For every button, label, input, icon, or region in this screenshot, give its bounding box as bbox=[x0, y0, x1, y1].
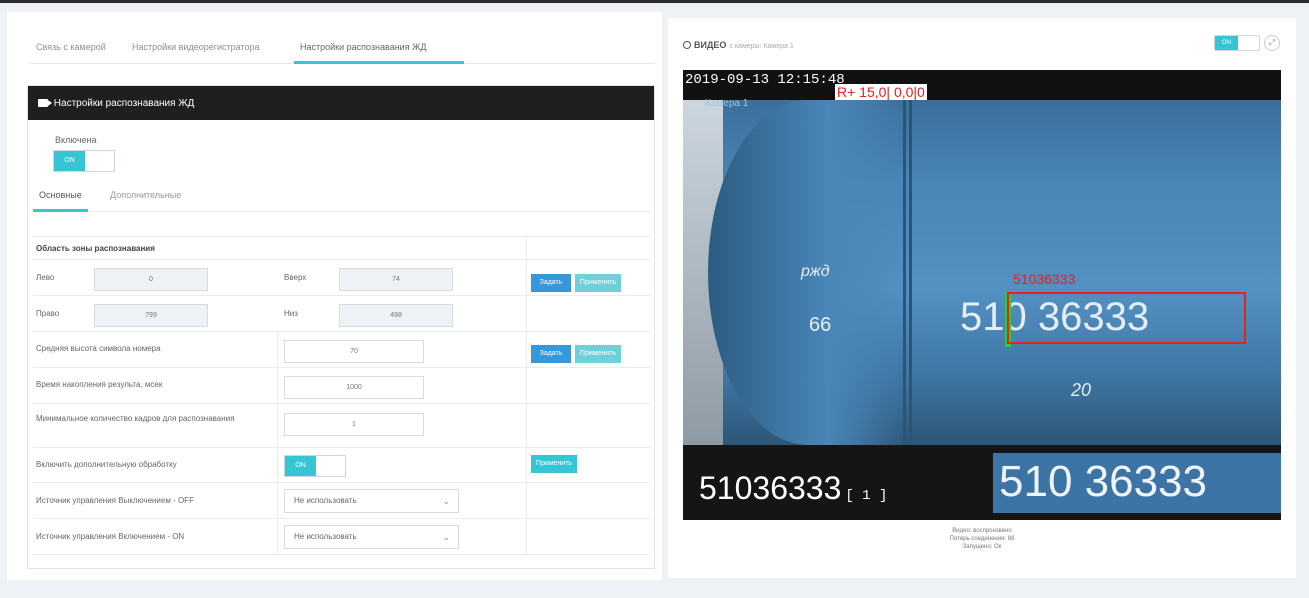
height-set-button[interactable]: Задать bbox=[531, 345, 571, 363]
up-input[interactable]: 74 bbox=[339, 268, 453, 291]
video-timestamp: 2019-09-13 12:15:48 bbox=[685, 72, 845, 88]
video-title: ВИДЕО с камеры: Камера 1 bbox=[683, 40, 794, 50]
on-source-label: Источник управления Включением - ON bbox=[36, 532, 185, 541]
subtab-additional[interactable]: Дополнительные bbox=[110, 190, 181, 212]
recognition-card: Настройки распознавания ЖД Включена ON О… bbox=[27, 85, 655, 569]
down-input[interactable]: 498 bbox=[339, 304, 453, 327]
tab-recorder-settings[interactable]: Настройки видеорегистратора bbox=[132, 42, 260, 64]
right-input[interactable]: 799 bbox=[94, 304, 208, 327]
wagon-logo: ржд bbox=[801, 263, 830, 280]
extra-processing-toggle[interactable]: ON bbox=[284, 455, 346, 477]
left-input[interactable]: 0 bbox=[94, 268, 208, 291]
result-number: 51036333 bbox=[699, 470, 842, 506]
extra-processing-label: Включить дополнительную обработку bbox=[36, 460, 177, 469]
chevron-down-icon: ⌄ bbox=[442, 532, 450, 542]
min-frames-label: Минимальное количество кадров для распоз… bbox=[36, 414, 235, 423]
height-apply-button[interactable]: Применить bbox=[575, 345, 621, 363]
video-toggle[interactable]: ON bbox=[1214, 35, 1260, 51]
extra-processing-toggle-on: ON bbox=[285, 456, 316, 476]
zone-set-button[interactable]: Задать bbox=[531, 274, 571, 292]
min-frames-input[interactable]: 1 bbox=[284, 413, 424, 436]
subtab-main[interactable]: Основные bbox=[33, 190, 88, 212]
tab-camera-link[interactable]: Связь с камерой bbox=[36, 42, 106, 64]
detected-number: 51036333 bbox=[1013, 271, 1076, 287]
card-header: Настройки распознавания ЖД bbox=[28, 86, 654, 120]
accum-time-input[interactable]: 1000 bbox=[284, 376, 424, 399]
video-camera-icon bbox=[38, 99, 52, 107]
accum-time-label: Время накопления результа, мсек bbox=[36, 380, 163, 389]
off-source-value: Не использовать bbox=[294, 496, 357, 505]
left-label: Лево bbox=[36, 273, 55, 282]
sub-tabs: Основные Дополнительные bbox=[33, 190, 651, 212]
extra-apply-button[interactable]: Применить bbox=[531, 455, 577, 473]
main-tabs: Связь с камерой Настройки видеорегистрат… bbox=[30, 28, 655, 64]
tab-railway-recognition[interactable]: Настройки распознавания ЖД bbox=[294, 42, 464, 64]
video-frame[interactable]: 2019-09-13 12:15:48 R+ 15,0| 0,0|0 Камер… bbox=[683, 70, 1281, 520]
expand-icon[interactable]: ⤢ bbox=[1264, 35, 1280, 51]
zone-apply-button[interactable]: Применить bbox=[575, 274, 621, 292]
settings-panel: Связь с камерой Настройки видеорегистрат… bbox=[7, 12, 662, 580]
status-started: Запущено: Ок bbox=[962, 544, 1002, 550]
wagon-number-66: 66 bbox=[809, 314, 832, 336]
on-source-select[interactable]: Не использовать ⌄ bbox=[284, 525, 459, 549]
down-label: Низ bbox=[284, 309, 298, 318]
right-label: Право bbox=[36, 309, 60, 318]
on-source-value: Не использовать bbox=[294, 532, 357, 541]
chevron-down-icon: ⌄ bbox=[442, 496, 450, 506]
off-source-select[interactable]: Не использовать ⌄ bbox=[284, 489, 459, 513]
overlay-text: R+ 15,0| 0,0|0 bbox=[835, 84, 927, 100]
avg-height-input[interactable]: 70 bbox=[284, 340, 424, 363]
result-index: [ 1 ] bbox=[845, 488, 888, 504]
detection-box bbox=[1007, 292, 1246, 344]
video-title-text: ВИДЕО bbox=[694, 40, 727, 50]
video-panel: ВИДЕО с камеры: Камера 1 ON ⤢ 2019-09-13 … bbox=[668, 18, 1296, 578]
video-toggle-on: ON bbox=[1215, 36, 1238, 50]
zone-section-title: Область зоны распознавания bbox=[36, 244, 155, 253]
status-video: Видео: воспроизвено bbox=[952, 528, 1012, 534]
clock-icon bbox=[683, 41, 691, 49]
status-losses: Потерь соединения: 88 bbox=[949, 536, 1015, 542]
enabled-toggle[interactable]: ON bbox=[53, 150, 115, 172]
up-label: Вверх bbox=[284, 273, 307, 282]
wagon-number-20: 20 bbox=[1071, 380, 1092, 400]
recognition-result: 51036333[ 1 ] bbox=[699, 470, 887, 507]
window-top-border bbox=[0, 0, 1309, 3]
settings-table: Область зоны распознавания Лево 0 Вверх … bbox=[33, 236, 651, 555]
video-subtitle: с камеры: Камера 1 bbox=[729, 43, 794, 50]
camera-label: Камера 1 bbox=[705, 98, 749, 109]
avg-height-label: Средняя высота символа номера bbox=[36, 344, 161, 353]
plate-crop-image: 510 36333 bbox=[993, 453, 1281, 513]
off-source-label: Источник управления Выключением - OFF bbox=[36, 496, 194, 505]
enabled-label: Включена bbox=[55, 135, 97, 145]
card-title: Настройки распознавания ЖД bbox=[53, 98, 195, 109]
enabled-toggle-on: ON bbox=[54, 151, 85, 171]
